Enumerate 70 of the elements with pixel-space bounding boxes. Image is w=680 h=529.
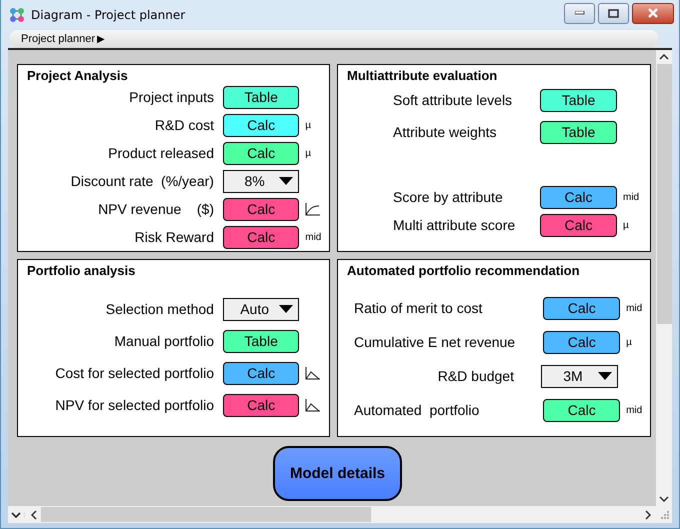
field-label: Selection method	[104, 301, 214, 317]
field-label: Soft attribute levels	[393, 92, 514, 108]
minimize-button[interactable]	[564, 2, 595, 24]
action-button[interactable]: Table	[223, 330, 300, 352]
result-indicator[interactable]: mid	[626, 404, 642, 416]
app-icon	[9, 7, 25, 23]
action-button[interactable]: Calc	[223, 114, 300, 136]
result-indicator[interactable]: mid	[626, 302, 642, 314]
caret-icon	[279, 177, 294, 185]
field-label: Cost for selected portfolio	[54, 365, 214, 381]
result-indicator[interactable]: µ	[626, 336, 632, 348]
scroll-left-icon[interactable]	[31, 510, 37, 520]
action-button[interactable]: Calc	[223, 226, 300, 248]
scroll-up-icon[interactable]	[659, 54, 669, 60]
field-label: R&D budget	[436, 368, 514, 384]
field-label: NPV for selected portfolio	[54, 397, 214, 413]
action-button[interactable]: Calc	[543, 330, 620, 354]
dropdown[interactable]: Auto	[222, 298, 300, 320]
field-label: Multi attribute score	[393, 217, 516, 233]
action-button[interactable]: Table	[540, 120, 617, 144]
field-label: Product released	[107, 145, 214, 161]
distribution-icon[interactable]	[305, 366, 320, 380]
breadcrumb[interactable]: Project planner ▶	[9, 30, 659, 48]
panel-title: Multiattribute evaluation	[346, 68, 498, 84]
scroll-down-icon[interactable]	[659, 496, 669, 502]
action-button[interactable]: Table	[540, 88, 617, 112]
field-label: Attribute weights	[393, 124, 498, 140]
action-button[interactable]: Table	[223, 86, 300, 108]
action-button[interactable]: Calc	[223, 394, 300, 416]
result-indicator[interactable]: µ	[623, 220, 629, 230]
action-button[interactable]: Calc	[223, 362, 300, 384]
result-indicator[interactable]: µ	[305, 148, 312, 158]
panel-title: Automated portfolio recommendation	[346, 263, 581, 279]
maximize-icon	[608, 8, 619, 18]
field-label: Risk Reward	[134, 229, 214, 245]
caret-icon	[598, 372, 612, 380]
field-label: NPV revenue ($)	[97, 201, 214, 217]
model-details-button[interactable]: Model details	[273, 446, 402, 501]
distribution-icon[interactable]	[305, 398, 320, 412]
vertical-scrollbar[interactable]	[656, 50, 672, 506]
dropdown[interactable]: 8%	[222, 170, 300, 192]
field-label: R&D cost	[154, 117, 214, 133]
panel-title: Portfolio analysis	[26, 263, 136, 279]
resize-grip-icon[interactable]	[660, 510, 669, 519]
dropdown[interactable]: 3M	[541, 364, 618, 388]
close-button[interactable]	[632, 2, 674, 24]
action-button[interactable]: Calc	[543, 296, 620, 320]
field-label: Discount rate (%/year)	[70, 173, 214, 189]
field-label: Cumulative E net revenue	[354, 334, 516, 350]
maximize-button[interactable]	[598, 2, 629, 24]
field-label: Score by attribute	[393, 189, 504, 205]
action-button[interactable]: Calc	[540, 214, 617, 236]
action-button[interactable]: Calc	[223, 142, 300, 164]
close-icon	[647, 8, 659, 18]
action-button[interactable]: Calc	[540, 186, 617, 208]
action-button[interactable]: Calc	[223, 198, 300, 220]
field-label: Ratio of merit to cost	[354, 300, 484, 316]
field-label: Project inputs	[128, 89, 214, 105]
scroll-right-icon[interactable]	[645, 510, 651, 520]
action-button[interactable]: Calc	[543, 398, 620, 422]
result-indicator[interactable]: mid	[305, 232, 322, 242]
minimize-icon	[574, 11, 584, 15]
panel-title: Project Analysis	[26, 68, 129, 83]
field-label: Manual portfolio	[113, 333, 214, 349]
window-title: Diagram - Project planner	[31, 8, 186, 22]
field-label: Automated portfolio	[354, 402, 480, 418]
result-indicator[interactable]: µ	[305, 120, 312, 130]
result-indicator[interactable]: mid	[623, 192, 640, 202]
cumulative-curve-icon[interactable]	[305, 202, 320, 216]
caret-icon	[279, 305, 294, 313]
